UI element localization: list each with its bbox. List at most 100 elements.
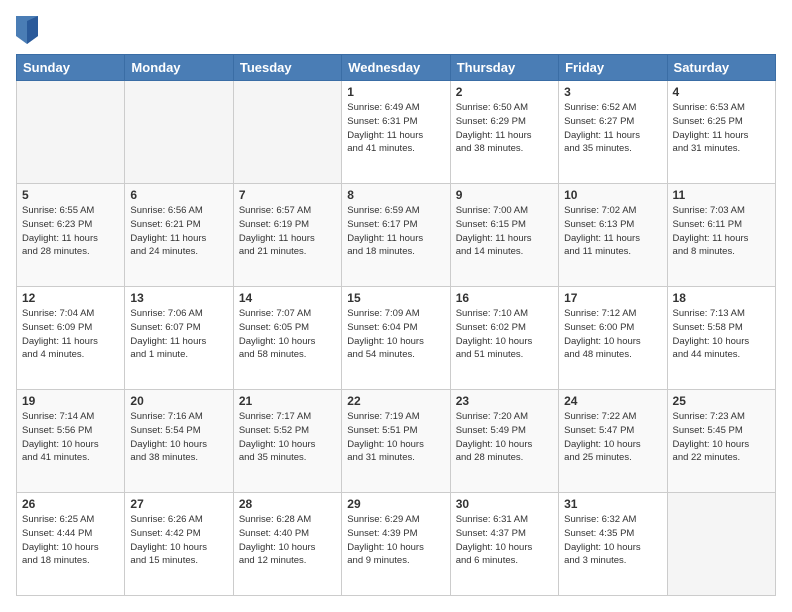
calendar-cell: 2 Sunrise: 6:50 AM Sunset: 6:29 PM Daylig…: [450, 81, 558, 184]
day-number: 17: [564, 291, 661, 305]
day-number: 8: [347, 188, 444, 202]
calendar-cell: 5 Sunrise: 6:55 AM Sunset: 6:23 PM Daylig…: [17, 184, 125, 287]
calendar-cell: 13 Sunrise: 7:06 AM Sunset: 6:07 PM Dayli…: [125, 287, 233, 390]
day-number: 21: [239, 394, 336, 408]
day-number: 30: [456, 497, 553, 511]
day-number: 19: [22, 394, 119, 408]
day-info: Sunrise: 7:23 AM Sunset: 5:45 PM Dayligh…: [673, 410, 770, 465]
day-info: Sunrise: 6:49 AM Sunset: 6:31 PM Dayligh…: [347, 101, 444, 156]
calendar-cell: 23Sunrise: 7:20 AM Sunset: 5:49 PM Dayli…: [450, 390, 558, 493]
day-number: 18: [673, 291, 770, 305]
day-number: 1: [347, 85, 444, 99]
day-number: 26: [22, 497, 119, 511]
day-info: Sunrise: 6:55 AM Sunset: 6:23 PM Dayligh…: [22, 204, 119, 259]
calendar-cell: 24Sunrise: 7:22 AM Sunset: 5:47 PM Dayli…: [559, 390, 667, 493]
day-number: 23: [456, 394, 553, 408]
calendar-table: SundayMondayTuesdayWednesdayThursdayFrid…: [16, 54, 776, 596]
day-number: 20: [130, 394, 227, 408]
day-info: Sunrise: 6:28 AM Sunset: 4:40 PM Dayligh…: [239, 513, 336, 568]
logo-icon: [16, 16, 38, 44]
day-info: Sunrise: 6:25 AM Sunset: 4:44 PM Dayligh…: [22, 513, 119, 568]
calendar-week-row: 12 Sunrise: 7:04 AM Sunset: 6:09 PM Dayli…: [17, 287, 776, 390]
day-number: 22: [347, 394, 444, 408]
day-number: 12: [22, 291, 119, 305]
day-number: 4: [673, 85, 770, 99]
day-info: Sunrise: 7:07 AM Sunset: 6:05 PM Dayligh…: [239, 307, 336, 362]
calendar-cell: 26 Sunrise: 6:25 AM Sunset: 4:44 PM Dayli…: [17, 493, 125, 596]
day-info: Sunrise: 7:17 AM Sunset: 5:52 PM Dayligh…: [239, 410, 336, 465]
day-info: Sunrise: 6:53 AM Sunset: 6:25 PM Dayligh…: [673, 101, 770, 156]
calendar-week-row: 1 Sunrise: 6:49 AM Sunset: 6:31 PM Daylig…: [17, 81, 776, 184]
calendar-cell: 11 Sunrise: 7:03 AM Sunset: 6:11 PM Dayli…: [667, 184, 775, 287]
day-number: 6: [130, 188, 227, 202]
day-number: 31: [564, 497, 661, 511]
day-number: 3: [564, 85, 661, 99]
calendar-cell: 22 Sunrise: 7:19 AM Sunset: 5:51 PM Dayli…: [342, 390, 450, 493]
column-header-thursday: Thursday: [450, 55, 558, 81]
calendar-cell: 9 Sunrise: 7:00 AM Sunset: 6:15 PM Daylig…: [450, 184, 558, 287]
calendar-cell: 27 Sunrise: 6:26 AM Sunset: 4:42 PM Dayli…: [125, 493, 233, 596]
calendar-cell: 25 Sunrise: 7:23 AM Sunset: 5:45 PM Dayli…: [667, 390, 775, 493]
day-info: Sunrise: 7:10 AM Sunset: 6:02 PM Dayligh…: [456, 307, 553, 362]
day-number: 2: [456, 85, 553, 99]
day-number: 7: [239, 188, 336, 202]
calendar-cell: 29Sunrise: 6:29 AM Sunset: 4:39 PM Dayli…: [342, 493, 450, 596]
day-number: 13: [130, 291, 227, 305]
day-info: Sunrise: 7:03 AM Sunset: 6:11 PM Dayligh…: [673, 204, 770, 259]
day-info: Sunrise: 6:29 AM Sunset: 4:39 PM Dayligh…: [347, 513, 444, 568]
day-number: 25: [673, 394, 770, 408]
day-info: Sunrise: 7:06 AM Sunset: 6:07 PM Dayligh…: [130, 307, 227, 362]
day-info: Sunrise: 7:12 AM Sunset: 6:00 PM Dayligh…: [564, 307, 661, 362]
calendar-cell: 30 Sunrise: 6:31 AM Sunset: 4:37 PM Dayli…: [450, 493, 558, 596]
calendar-cell: 31 Sunrise: 6:32 AM Sunset: 4:35 PM Dayli…: [559, 493, 667, 596]
day-number: 11: [673, 188, 770, 202]
day-info: Sunrise: 6:50 AM Sunset: 6:29 PM Dayligh…: [456, 101, 553, 156]
calendar-cell: 17 Sunrise: 7:12 AM Sunset: 6:00 PM Dayli…: [559, 287, 667, 390]
calendar-cell: 12 Sunrise: 7:04 AM Sunset: 6:09 PM Dayli…: [17, 287, 125, 390]
calendar-cell: 14 Sunrise: 7:07 AM Sunset: 6:05 PM Dayli…: [233, 287, 341, 390]
day-info: Sunrise: 6:52 AM Sunset: 6:27 PM Dayligh…: [564, 101, 661, 156]
calendar-cell: 8 Sunrise: 6:59 AM Sunset: 6:17 PM Daylig…: [342, 184, 450, 287]
calendar-cell: 20Sunrise: 7:16 AM Sunset: 5:54 PM Dayli…: [125, 390, 233, 493]
day-info: Sunrise: 7:09 AM Sunset: 6:04 PM Dayligh…: [347, 307, 444, 362]
calendar-cell: 18 Sunrise: 7:13 AM Sunset: 5:58 PM Dayli…: [667, 287, 775, 390]
day-info: Sunrise: 6:31 AM Sunset: 4:37 PM Dayligh…: [456, 513, 553, 568]
column-header-wednesday: Wednesday: [342, 55, 450, 81]
day-info: Sunrise: 7:13 AM Sunset: 5:58 PM Dayligh…: [673, 307, 770, 362]
calendar-cell: [233, 81, 341, 184]
day-number: 14: [239, 291, 336, 305]
calendar-week-row: 5 Sunrise: 6:55 AM Sunset: 6:23 PM Daylig…: [17, 184, 776, 287]
calendar-cell: 16 Sunrise: 7:10 AM Sunset: 6:02 PM Dayli…: [450, 287, 558, 390]
day-info: Sunrise: 6:59 AM Sunset: 6:17 PM Dayligh…: [347, 204, 444, 259]
day-info: Sunrise: 6:26 AM Sunset: 4:42 PM Dayligh…: [130, 513, 227, 568]
calendar-cell: 19 Sunrise: 7:14 AM Sunset: 5:56 PM Dayli…: [17, 390, 125, 493]
day-info: Sunrise: 7:19 AM Sunset: 5:51 PM Dayligh…: [347, 410, 444, 465]
day-info: Sunrise: 7:22 AM Sunset: 5:47 PM Dayligh…: [564, 410, 661, 465]
day-number: 5: [22, 188, 119, 202]
column-header-sunday: Sunday: [17, 55, 125, 81]
column-header-saturday: Saturday: [667, 55, 775, 81]
column-header-monday: Monday: [125, 55, 233, 81]
day-info: Sunrise: 7:14 AM Sunset: 5:56 PM Dayligh…: [22, 410, 119, 465]
calendar-cell: 28 Sunrise: 6:28 AM Sunset: 4:40 PM Dayli…: [233, 493, 341, 596]
calendar-cell: 4 Sunrise: 6:53 AM Sunset: 6:25 PM Daylig…: [667, 81, 775, 184]
day-number: 15: [347, 291, 444, 305]
day-number: 27: [130, 497, 227, 511]
calendar-header-row: SundayMondayTuesdayWednesdayThursdayFrid…: [17, 55, 776, 81]
calendar-cell: [17, 81, 125, 184]
column-header-tuesday: Tuesday: [233, 55, 341, 81]
day-number: 16: [456, 291, 553, 305]
page-header: [16, 16, 776, 44]
calendar-cell: 1 Sunrise: 6:49 AM Sunset: 6:31 PM Daylig…: [342, 81, 450, 184]
calendar-cell: 15 Sunrise: 7:09 AM Sunset: 6:04 PM Dayli…: [342, 287, 450, 390]
day-info: Sunrise: 7:04 AM Sunset: 6:09 PM Dayligh…: [22, 307, 119, 362]
day-number: 28: [239, 497, 336, 511]
column-header-friday: Friday: [559, 55, 667, 81]
day-info: Sunrise: 6:57 AM Sunset: 6:19 PM Dayligh…: [239, 204, 336, 259]
logo: [16, 16, 42, 44]
day-number: 9: [456, 188, 553, 202]
day-info: Sunrise: 6:56 AM Sunset: 6:21 PM Dayligh…: [130, 204, 227, 259]
day-info: Sunrise: 7:00 AM Sunset: 6:15 PM Dayligh…: [456, 204, 553, 259]
day-info: Sunrise: 6:32 AM Sunset: 4:35 PM Dayligh…: [564, 513, 661, 568]
calendar-cell: 21 Sunrise: 7:17 AM Sunset: 5:52 PM Dayli…: [233, 390, 341, 493]
